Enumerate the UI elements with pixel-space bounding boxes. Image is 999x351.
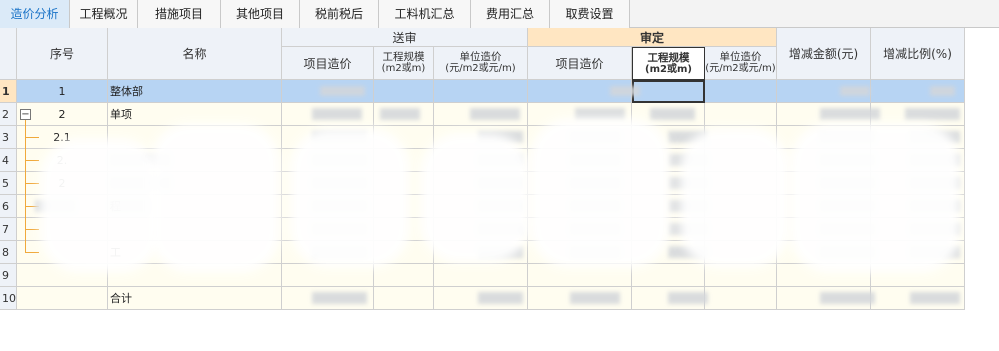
row-seq[interactable]: 1 — [17, 80, 108, 103]
row-number[interactable]: 5 — [0, 172, 17, 195]
row-number[interactable]: 4 — [0, 149, 17, 172]
row-value-cell[interactable] — [705, 103, 777, 126]
header-sub-scale-label: 工程规模 — [382, 51, 425, 63]
redacted-value — [820, 108, 880, 120]
tab-fee-summary[interactable]: 费用汇总 — [471, 0, 550, 28]
redaction-overlay — [420, 133, 530, 263]
row-number[interactable]: 8 — [0, 241, 17, 264]
redacted-value — [840, 86, 870, 96]
redacted-value — [820, 292, 875, 304]
tab-measures[interactable]: 措施项目 — [138, 0, 221, 28]
tree-connector — [25, 137, 39, 138]
redacted-value — [312, 108, 362, 120]
tab-other-items[interactable]: 其他项目 — [221, 0, 300, 28]
row-value-cell[interactable] — [374, 264, 434, 287]
row-number[interactable]: 9 — [0, 264, 17, 287]
redaction-overlay — [530, 118, 670, 268]
header-sub-scale: 工程规模 (m2或m) — [374, 47, 434, 80]
tab-bar: 造价分析 工程概况 措施项目 其他项目 税前税后 工料机汇总 费用汇总 取费设置 — [0, 0, 999, 28]
tab-project-overview[interactable]: 工程概况 — [70, 0, 138, 28]
row-number[interactable]: 3 — [0, 126, 17, 149]
row-value-cell[interactable] — [374, 80, 434, 103]
header-sub-scale-unit: (m2或m) — [381, 63, 426, 74]
redacted-value — [668, 292, 708, 304]
redaction-overlay — [790, 123, 960, 273]
tab-tax[interactable]: 税前税后 — [300, 0, 379, 28]
row-value-cell[interactable] — [705, 287, 777, 310]
tree-connector — [25, 252, 39, 253]
header-app-unit-cost: 单位造价 (元/m2或元/m) — [705, 47, 777, 80]
tree-connector — [25, 183, 39, 184]
row-number[interactable]: 10 — [0, 287, 17, 310]
header-app-cost: 项目造价 — [528, 47, 632, 80]
redacted-value — [312, 292, 367, 304]
redaction-overlay — [680, 128, 790, 268]
tree-trunk — [25, 120, 26, 252]
header-app-scale-label: 工程规模 — [647, 51, 690, 64]
redacted-value — [478, 292, 523, 304]
row-value-cell[interactable] — [434, 264, 528, 287]
header-app-scale: 工程规模 (m2或m) — [632, 47, 705, 80]
row-value-cell[interactable] — [632, 264, 705, 287]
tab-material-summary[interactable]: 工料机汇总 — [379, 0, 471, 28]
header-sub-unit-cost-label: 单位造价 — [459, 51, 502, 63]
tab-fee-settings[interactable]: 取费设置 — [550, 0, 630, 28]
row-value-cell[interactable] — [374, 287, 434, 310]
redacted-value — [905, 108, 960, 120]
row-number[interactable]: 1 — [0, 80, 17, 103]
header-approved: 审定 — [528, 28, 777, 47]
header-app-scale-unit: (m2或m) — [645, 63, 692, 75]
corner-cell — [0, 28, 17, 80]
redacted-value — [650, 108, 695, 120]
redacted-value — [930, 86, 955, 96]
tree-connector — [25, 160, 39, 161]
header-name: 名称 — [108, 28, 282, 80]
row-number[interactable]: 7 — [0, 218, 17, 241]
header-change-amount: 增减金额(元) — [777, 28, 871, 80]
redacted-value — [320, 86, 365, 96]
redacted-value — [470, 108, 520, 120]
header-seq: 序号 — [17, 28, 108, 80]
redacted-value — [910, 292, 960, 304]
row-number[interactable]: 2 — [0, 103, 17, 126]
tree-connector — [25, 229, 39, 230]
row-name[interactable]: 整体部 — [108, 80, 282, 103]
header-app-unit-cost-label: 单位造价 — [719, 51, 762, 63]
header-sub-cost: 项目造价 — [282, 47, 374, 80]
row-value-cell[interactable] — [632, 80, 705, 103]
redaction-overlay — [40, 138, 160, 273]
redacted-value — [380, 108, 420, 120]
header-app-unit-cost-unit: (元/m2或元/m) — [705, 63, 776, 74]
row-name[interactable]: 合计 — [108, 287, 282, 310]
row-value-cell[interactable] — [705, 80, 777, 103]
collapse-icon[interactable]: − — [20, 109, 31, 120]
row-number[interactable]: 6 — [0, 195, 17, 218]
header-sub-unit-cost: 单位造价 (元/m2或元/m) — [434, 47, 528, 80]
cost-analysis-grid: 序号 名称 送审 审定 增减金额(元) 增减比例(%) 项目造价 工程规模 (m… — [0, 28, 965, 311]
header-change-ratio: 增减比例(%) — [871, 28, 965, 80]
row-seq[interactable] — [17, 287, 108, 310]
redaction-overlay — [290, 128, 410, 268]
redacted-value — [570, 292, 620, 304]
redacted-value — [610, 86, 640, 96]
header-sub-unit-cost-unit: (元/m2或元/m) — [445, 63, 516, 74]
redaction-overlay — [150, 123, 280, 273]
header-submitted: 送审 — [282, 28, 528, 47]
tab-cost-analysis[interactable]: 造价分析 — [0, 0, 70, 28]
row-value-cell[interactable] — [434, 80, 528, 103]
